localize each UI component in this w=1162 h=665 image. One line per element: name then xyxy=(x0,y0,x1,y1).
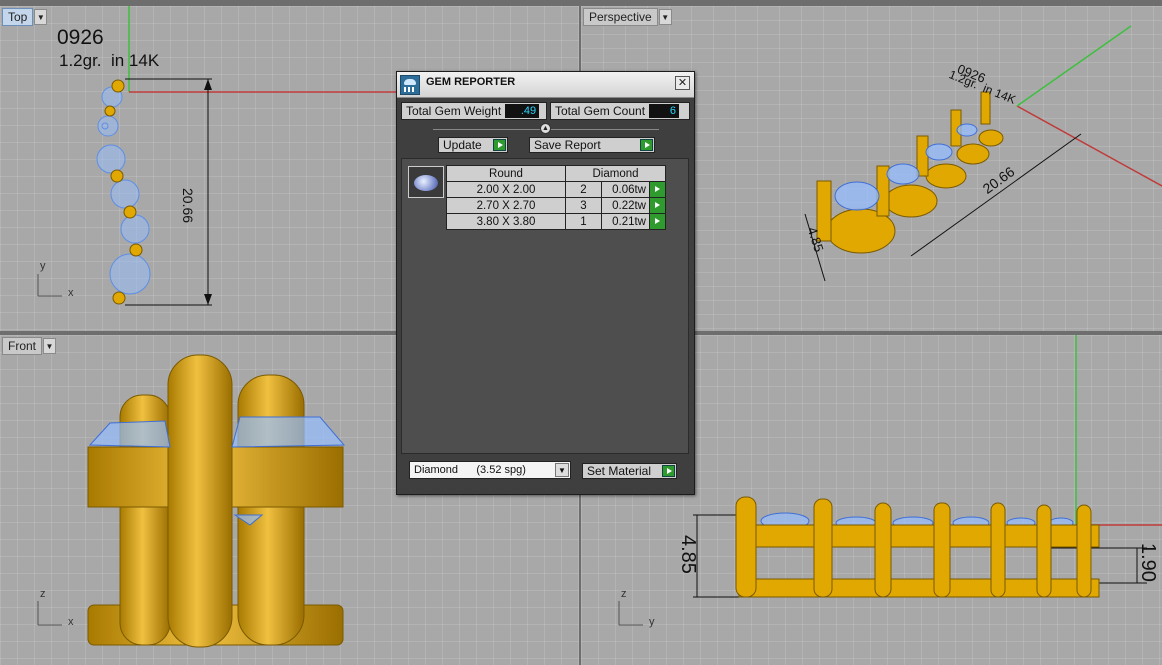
select-row-button[interactable] xyxy=(649,197,666,214)
collapse-toggle-icon[interactable]: ▲ xyxy=(540,123,551,134)
chevron-down-icon[interactable]: ▼ xyxy=(43,338,57,354)
material-header: Diamond xyxy=(565,165,666,182)
total-weight-value: .49 xyxy=(505,104,540,118)
set-material-button[interactable]: Set Material xyxy=(582,463,677,479)
gem-count: 1 xyxy=(565,213,602,230)
axis-x-label: x xyxy=(68,287,74,299)
table-row[interactable]: 3.80 X 3.80 1 0.21tw xyxy=(446,213,666,230)
play-icon xyxy=(662,465,675,477)
close-button[interactable]: ✕ xyxy=(675,75,690,90)
viewport-title-front[interactable]: Front ▼ xyxy=(2,337,57,355)
axis-y-label: y xyxy=(649,616,655,628)
gem-weight: 0.06tw xyxy=(601,181,650,198)
play-icon xyxy=(493,139,506,151)
total-weight-label: Total Gem Weight xyxy=(406,104,502,118)
viewport-name[interactable]: Top xyxy=(2,8,34,26)
gem-size: 2.70 X 2.70 xyxy=(446,197,566,214)
chevron-down-icon[interactable]: ▼ xyxy=(34,9,48,25)
save-report-button[interactable]: Save Report xyxy=(529,137,655,153)
viewport-name[interactable]: Perspective xyxy=(583,8,658,26)
table-header-row: Round Diamond xyxy=(446,165,666,182)
gem-count: 2 xyxy=(565,181,602,198)
total-count-value: 6 xyxy=(649,104,680,118)
viewport-name[interactable]: Front xyxy=(2,337,43,355)
round-gem-icon[interactable] xyxy=(408,166,444,198)
gem-reporter-icon xyxy=(400,74,420,95)
material-select[interactable]: Diamond (3.52 spg) ▼ xyxy=(409,461,571,479)
select-row-button[interactable] xyxy=(649,181,666,198)
table-row[interactable]: 2.70 X 2.70 3 0.22tw xyxy=(446,197,666,214)
gem-count: 3 xyxy=(565,197,602,214)
shape-header: Round xyxy=(446,165,566,182)
axis-y-label: y xyxy=(40,260,46,272)
play-icon xyxy=(640,139,653,151)
material-select-value: Diamond (3.52 spg) xyxy=(414,464,526,476)
axis-z-label: z xyxy=(40,588,46,600)
gem-size: 3.80 X 3.80 xyxy=(446,213,566,230)
gem-reporter-panel[interactable]: GEM REPORTER ✕ Total Gem Weight .49 Tota… xyxy=(396,71,695,495)
gem-size: 2.00 X 2.00 xyxy=(446,181,566,198)
update-label: Update xyxy=(443,138,482,152)
gem-weight: 0.22tw xyxy=(601,197,650,214)
gem-list-area: Round Diamond 2.00 X 2.00 2 0.06tw 2.70 … xyxy=(401,158,689,454)
chevron-down-icon[interactable]: ▼ xyxy=(658,9,672,25)
table-row[interactable]: 2.00 X 2.00 2 0.06tw xyxy=(446,181,666,198)
dimension-height-label: 4.85 xyxy=(677,535,699,574)
gem-table: Round Diamond 2.00 X 2.00 2 0.06tw 2.70 … xyxy=(446,165,666,230)
total-count-label: Total Gem Count xyxy=(555,104,646,118)
set-material-label: Set Material xyxy=(587,464,652,478)
total-weight-field: Total Gem Weight .49 xyxy=(401,102,547,120)
panel-titlebar[interactable]: GEM REPORTER ✕ xyxy=(397,72,694,98)
gem-weight: 0.21tw xyxy=(601,213,650,230)
dimension-inner-label: 1.90 xyxy=(1137,543,1159,582)
dimension-label: 20.66 xyxy=(180,188,196,224)
select-row-button[interactable] xyxy=(649,213,666,230)
viewport-title-perspective[interactable]: Perspective ▼ xyxy=(583,8,672,26)
total-count-field: Total Gem Count 6 xyxy=(550,102,690,120)
update-button[interactable]: Update xyxy=(438,137,508,153)
axis-z-label: z xyxy=(621,588,627,600)
save-report-label: Save Report xyxy=(534,138,601,152)
viewport-title-top[interactable]: Top ▼ xyxy=(2,8,48,26)
panel-title: GEM REPORTER xyxy=(426,75,516,88)
axis-x-label: x xyxy=(68,616,74,628)
chevron-down-icon[interactable]: ▼ xyxy=(555,463,569,477)
